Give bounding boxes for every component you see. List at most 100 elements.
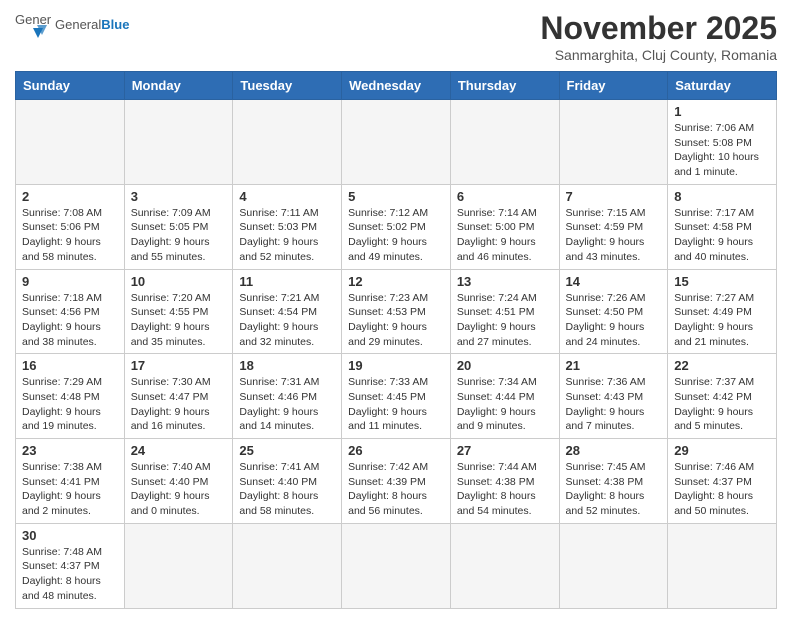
calendar-cell (233, 523, 342, 608)
calendar-cell (342, 100, 451, 185)
calendar-week-row: 23 Sunrise: 7:38 AMSunset: 4:41 PMDayligh… (16, 439, 777, 524)
day-info: Sunrise: 7:41 AMSunset: 4:40 PMDaylight:… (239, 460, 335, 519)
day-number: 28 (566, 443, 662, 458)
day-number: 12 (348, 274, 444, 289)
calendar-week-row: 2Sunrise: 7:08 AMSunset: 5:06 PMDaylight… (16, 184, 777, 269)
day-number: 22 (674, 358, 770, 373)
calendar-cell (668, 523, 777, 608)
day-number: 29 (674, 443, 770, 458)
day-number: 16 (22, 358, 118, 373)
calendar-cell: 1 Sunrise: 7:06 AMSunset: 5:08 PMDaylight… (668, 100, 777, 185)
calendar-cell: 3Sunrise: 7:09 AMSunset: 5:05 PMDaylight… (124, 184, 233, 269)
day-info: Sunrise: 7:34 AMSunset: 4:44 PMDaylight:… (457, 375, 553, 434)
day-info: Sunrise: 7:08 AMSunset: 5:06 PMDaylight:… (22, 206, 118, 265)
calendar-cell: 11 Sunrise: 7:21 AMSunset: 4:54 PMDayligh… (233, 269, 342, 354)
day-info: Sunrise: 7:37 AMSunset: 4:42 PMDaylight:… (674, 375, 770, 434)
day-info: Sunrise: 7:36 AMSunset: 4:43 PMDaylight:… (566, 375, 662, 434)
day-info: Sunrise: 7:48 AMSunset: 4:37 PMDaylight:… (22, 545, 118, 604)
calendar-cell: 29Sunrise: 7:46 AMSunset: 4:37 PMDayligh… (668, 439, 777, 524)
day-info: Sunrise: 7:17 AMSunset: 4:58 PMDaylight:… (674, 206, 770, 265)
day-info: Sunrise: 7:30 AMSunset: 4:47 PMDaylight:… (131, 375, 227, 434)
day-number: 10 (131, 274, 227, 289)
day-number: 11 (239, 274, 335, 289)
calendar-cell: 17Sunrise: 7:30 AMSunset: 4:47 PMDayligh… (124, 354, 233, 439)
calendar-cell: 22 Sunrise: 7:37 AMSunset: 4:42 PMDayligh… (668, 354, 777, 439)
calendar-cell: 16 Sunrise: 7:29 AMSunset: 4:48 PMDayligh… (16, 354, 125, 439)
col-header-wednesday: Wednesday (342, 72, 451, 100)
day-info: Sunrise: 7:33 AMSunset: 4:45 PMDaylight:… (348, 375, 444, 434)
col-header-tuesday: Tuesday (233, 72, 342, 100)
calendar-cell: 5 Sunrise: 7:12 AMSunset: 5:02 PMDaylight… (342, 184, 451, 269)
calendar-cell: 18Sunrise: 7:31 AMSunset: 4:46 PMDayligh… (233, 354, 342, 439)
calendar-cell (124, 523, 233, 608)
day-number: 3 (131, 189, 227, 204)
day-info: Sunrise: 7:44 AMSunset: 4:38 PMDaylight:… (457, 460, 553, 519)
month-title: November 2025 (540, 10, 777, 47)
calendar-cell (233, 100, 342, 185)
calendar-cell: 9 Sunrise: 7:18 AMSunset: 4:56 PMDaylight… (16, 269, 125, 354)
calendar-cell: 28Sunrise: 7:45 AMSunset: 4:38 PMDayligh… (559, 439, 668, 524)
day-info: Sunrise: 7:06 AMSunset: 5:08 PMDaylight:… (674, 121, 770, 180)
calendar-cell: 23 Sunrise: 7:38 AMSunset: 4:41 PMDayligh… (16, 439, 125, 524)
day-number: 19 (348, 358, 444, 373)
day-number: 20 (457, 358, 553, 373)
day-info: Sunrise: 7:12 AMSunset: 5:02 PMDaylight:… (348, 206, 444, 265)
day-number: 18 (239, 358, 335, 373)
calendar-cell: 12Sunrise: 7:23 AMSunset: 4:53 PMDayligh… (342, 269, 451, 354)
day-number: 21 (566, 358, 662, 373)
calendar-cell (559, 523, 668, 608)
svg-text:General: General (15, 12, 51, 27)
calendar-cell: 20 Sunrise: 7:34 AMSunset: 4:44 PMDayligh… (450, 354, 559, 439)
day-info: Sunrise: 7:21 AMSunset: 4:54 PMDaylight:… (239, 291, 335, 350)
calendar-week-row: 16 Sunrise: 7:29 AMSunset: 4:48 PMDayligh… (16, 354, 777, 439)
day-info: Sunrise: 7:24 AMSunset: 4:51 PMDaylight:… (457, 291, 553, 350)
col-header-saturday: Saturday (668, 72, 777, 100)
day-number: 27 (457, 443, 553, 458)
calendar-table: SundayMondayTuesdayWednesdayThursdayFrid… (15, 71, 777, 609)
day-number: 25 (239, 443, 335, 458)
calendar-cell: 21 Sunrise: 7:36 AMSunset: 4:43 PMDayligh… (559, 354, 668, 439)
day-info: Sunrise: 7:40 AMSunset: 4:40 PMDaylight:… (131, 460, 227, 519)
calendar-week-row: 30Sunrise: 7:48 AMSunset: 4:37 PMDayligh… (16, 523, 777, 608)
calendar-cell (559, 100, 668, 185)
generalblue-logo-icon: General (15, 10, 51, 38)
calendar-cell: 27 Sunrise: 7:44 AMSunset: 4:38 PMDayligh… (450, 439, 559, 524)
day-number: 7 (566, 189, 662, 204)
day-info: Sunrise: 7:18 AMSunset: 4:56 PMDaylight:… (22, 291, 118, 350)
day-number: 5 (348, 189, 444, 204)
day-number: 15 (674, 274, 770, 289)
page-header: General GeneralBlue November 2025 Sanmar… (15, 10, 777, 63)
day-number: 1 (674, 104, 770, 119)
calendar-cell: 13 Sunrise: 7:24 AMSunset: 4:51 PMDayligh… (450, 269, 559, 354)
calendar-header-row: SundayMondayTuesdayWednesdayThursdayFrid… (16, 72, 777, 100)
day-info: Sunrise: 7:42 AMSunset: 4:39 PMDaylight:… (348, 460, 444, 519)
day-number: 23 (22, 443, 118, 458)
day-info: Sunrise: 7:14 AMSunset: 5:00 PMDaylight:… (457, 206, 553, 265)
day-info: Sunrise: 7:29 AMSunset: 4:48 PMDaylight:… (22, 375, 118, 434)
calendar-cell (450, 523, 559, 608)
location: Sanmarghita, Cluj County, Romania (540, 47, 777, 63)
calendar-cell: 8 Sunrise: 7:17 AMSunset: 4:58 PMDaylight… (668, 184, 777, 269)
calendar-week-row: 9 Sunrise: 7:18 AMSunset: 4:56 PMDaylight… (16, 269, 777, 354)
calendar-cell: 30Sunrise: 7:48 AMSunset: 4:37 PMDayligh… (16, 523, 125, 608)
day-number: 26 (348, 443, 444, 458)
logo: General GeneralBlue (15, 10, 129, 38)
day-number: 6 (457, 189, 553, 204)
day-info: Sunrise: 7:15 AMSunset: 4:59 PMDaylight:… (566, 206, 662, 265)
day-info: Sunrise: 7:38 AMSunset: 4:41 PMDaylight:… (22, 460, 118, 519)
day-number: 8 (674, 189, 770, 204)
day-number: 9 (22, 274, 118, 289)
col-header-friday: Friday (559, 72, 668, 100)
day-number: 24 (131, 443, 227, 458)
calendar-cell: 7 Sunrise: 7:15 AMSunset: 4:59 PMDaylight… (559, 184, 668, 269)
calendar-cell: 19 Sunrise: 7:33 AMSunset: 4:45 PMDayligh… (342, 354, 451, 439)
day-number: 4 (239, 189, 335, 204)
calendar-week-row: 1 Sunrise: 7:06 AMSunset: 5:08 PMDaylight… (16, 100, 777, 185)
day-number: 13 (457, 274, 553, 289)
calendar-cell: 25 Sunrise: 7:41 AMSunset: 4:40 PMDayligh… (233, 439, 342, 524)
title-area: November 2025 Sanmarghita, Cluj County, … (540, 10, 777, 63)
calendar-cell (124, 100, 233, 185)
col-header-thursday: Thursday (450, 72, 559, 100)
day-number: 14 (566, 274, 662, 289)
day-info: Sunrise: 7:26 AMSunset: 4:50 PMDaylight:… (566, 291, 662, 350)
